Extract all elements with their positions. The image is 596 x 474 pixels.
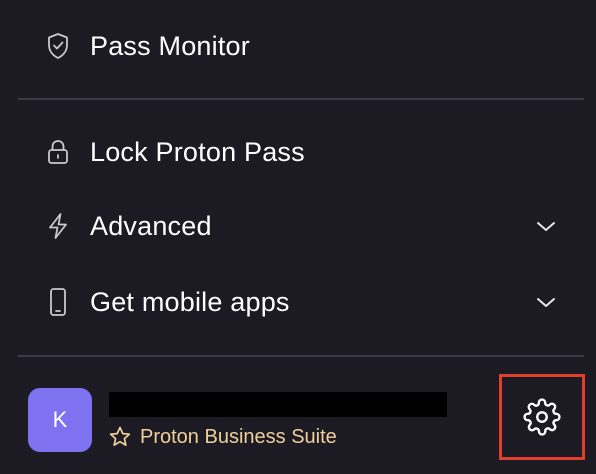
plan-badge: Proton Business Suite	[108, 422, 337, 452]
divider	[18, 355, 584, 357]
lightning-icon	[44, 212, 72, 240]
menu-item-label: Lock Proton Pass	[90, 136, 305, 167]
avatar-initial: K	[52, 407, 68, 432]
menu-item-advanced[interactable]: Advanced	[0, 198, 596, 254]
menu-item-pass-monitor[interactable]: Pass Monitor	[0, 18, 596, 74]
shield-check-icon	[44, 32, 72, 60]
settings-button[interactable]	[499, 374, 585, 460]
chevron-down-icon[interactable]	[532, 212, 560, 240]
gear-icon	[523, 398, 561, 436]
menu-item-label: Pass Monitor	[90, 30, 250, 61]
star-icon	[108, 425, 132, 449]
lock-icon	[44, 138, 72, 166]
account-menu-panel: Pass Monitor Lock Proton Pass Advanced G…	[0, 0, 596, 474]
plan-name: Proton Business Suite	[140, 425, 337, 448]
menu-item-get-mobile-apps[interactable]: Get mobile apps	[0, 274, 596, 330]
account-name-redacted	[109, 392, 447, 417]
avatar[interactable]: K	[28, 388, 92, 452]
chevron-down-icon[interactable]	[532, 288, 560, 316]
menu-item-label: Advanced	[90, 210, 212, 241]
divider	[18, 98, 584, 100]
menu-item-lock-proton-pass[interactable]: Lock Proton Pass	[0, 124, 596, 180]
mobile-phone-icon	[44, 288, 72, 316]
menu-item-label: Get mobile apps	[90, 286, 290, 317]
account-footer: K Proton Business Suite	[0, 370, 596, 474]
